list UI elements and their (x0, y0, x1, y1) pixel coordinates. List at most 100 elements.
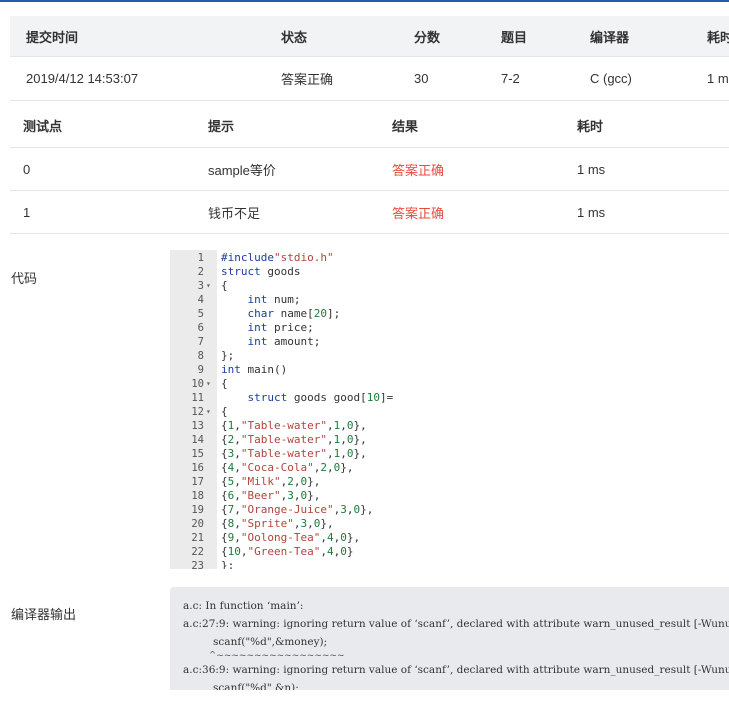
line-number: 18 (191, 490, 204, 502)
code-text: {8,"Sprite",3,0}, (221, 517, 334, 530)
case-time-value: 1 ms (577, 161, 606, 177)
code-text: int main() (221, 363, 288, 376)
compiler-output-label: 编译器输出 (11, 607, 77, 622)
code-text: {3,"Table-water",1,0}, (221, 447, 367, 460)
top-accent-bar (0, 0, 729, 2)
code-text: { (221, 279, 228, 292)
score-value: 30 (414, 71, 429, 86)
line-number: 3 (197, 280, 204, 292)
code-line: 21 {9,"Oolong-Tea",4,0}, (170, 531, 729, 545)
output-line: a.c: In function ‘main’: (183, 600, 304, 612)
status-value: 答案正确 (281, 72, 334, 87)
fold-arrow-icon[interactable]: ▾ (206, 377, 216, 391)
code-line: 10 ▾ { (170, 377, 729, 391)
code-text: {10,"Green-Tea",4,0} (221, 545, 354, 558)
code-line: 3 ▾ { (170, 279, 729, 293)
code-text: {5,"Milk",2,0}, (221, 475, 321, 488)
submission-table: 提交时间 状态 分数 题目 编译器 耗时 2019/4/12 14:53:07 … (10, 16, 729, 101)
code-line: 13 {1,"Table-water",1,0}, (170, 419, 729, 433)
code-line: 6 int price; (170, 321, 729, 335)
line-number: 5 (197, 308, 204, 320)
line-number: 15 (191, 448, 204, 460)
problem-link[interactable]: 7-2 (501, 57, 520, 100)
line-number: 19 (191, 504, 204, 516)
test-point-value: 0 (23, 161, 31, 177)
header-status: 状态 (281, 29, 308, 45)
code-lines: 1 #include"stdio.h" 2 struct goods 3 ▾{4 int … (170, 251, 729, 569)
code-line: 9 int main() (170, 363, 729, 377)
code-text: }; (221, 559, 235, 569)
code-line: 8}; (170, 349, 729, 363)
header-case-time: 耗时 (577, 118, 604, 134)
code-text: { (221, 405, 228, 418)
code-text: {1,"Table-water",1,0}, (221, 419, 367, 432)
output-line: scanf("%d",&n); (183, 682, 299, 690)
code-line: 17 {5,"Milk",2,0}, (170, 475, 729, 489)
code-text: #include"stdio.h" (221, 251, 334, 264)
header-score: 分数 (414, 29, 441, 45)
fold-arrow-icon[interactable]: ▾ (206, 279, 216, 293)
header-test-point: 测试点 (23, 118, 63, 134)
code-line: 22 {10,"Green-Tea",4,0} (170, 545, 729, 559)
code-text: {2,"Table-water",1,0}, (221, 433, 367, 446)
fold-arrow-icon[interactable]: ▾ (206, 405, 216, 419)
table-row: 1 钱币不足 答案正确 1 ms (10, 191, 729, 234)
code-text: {9,"Oolong-Tea",4,0}, (221, 531, 361, 544)
result-value: 答案正确 (392, 205, 445, 221)
code-text: {4,"Coca-Cola",2,0}, (221, 461, 354, 474)
code-line: 5 char name[20]; (170, 307, 729, 321)
code-text: struct goods (221, 265, 301, 278)
code-line: 15 {3,"Table-water",1,0}, (170, 447, 729, 461)
submit-time-value: 2019/4/12 14:53:07 (26, 71, 139, 86)
header-submit-time: 提交时间 (26, 29, 79, 45)
line-number: 16 (191, 462, 204, 474)
line-number: 9 (197, 364, 204, 376)
line-number: 1 (197, 252, 204, 264)
table-row: 0 sample等价 答案正确 1 ms (10, 148, 729, 191)
code-text: int num; (247, 293, 301, 306)
result-value: 答案正确 (392, 162, 445, 178)
line-number: 6 (197, 322, 204, 334)
compiler-value: C (gcc) (590, 71, 632, 86)
line-number: 14 (191, 434, 204, 446)
code-viewer[interactable]: 1 #include"stdio.h" 2 struct goods 3 ▾{4 int … (170, 250, 729, 569)
code-line: 1 #include"stdio.h" (170, 251, 729, 265)
code-line: 18 {6,"Beer",3,0}, (170, 489, 729, 503)
code-text: }; (221, 349, 235, 362)
code-line: 16 {4,"Coca-Cola",2,0}, (170, 461, 729, 475)
output-line: scanf("%d",&money); (183, 636, 328, 648)
code-text: {7,"Orange-Juice",3,0}, (221, 503, 374, 516)
code-text: { (221, 377, 228, 390)
line-number: 17 (191, 476, 204, 488)
line-number: 21 (191, 532, 204, 544)
code-text: int amount; (247, 335, 321, 348)
line-number: 8 (197, 350, 204, 362)
case-time-value: 1 ms (577, 204, 606, 220)
compiler-output[interactable]: a.c: In function ‘main’: a.c:27:9: warnin… (170, 587, 729, 690)
line-number: 13 (191, 420, 204, 432)
line-number: 10 (191, 378, 204, 390)
header-hint: 提示 (208, 118, 235, 134)
code-text: char name[20]; (247, 307, 341, 320)
code-line: 2 struct goods (170, 265, 729, 279)
code-text: int price; (247, 321, 314, 334)
submission-row: 2019/4/12 14:53:07 答案正确 30 7-2 C (gcc) 1… (10, 57, 729, 101)
code-line: 14 {2,"Table-water",1,0}, (170, 433, 729, 447)
elapsed-value: 1 ms (707, 71, 729, 86)
test-point-value: 1 (23, 204, 31, 220)
header-compiler: 编译器 (590, 29, 630, 45)
line-number: 7 (197, 336, 204, 348)
code-text: {6,"Beer",3,0}, (221, 489, 321, 502)
code-line: 4 int num; (170, 293, 729, 307)
code-label: 代码 (11, 271, 38, 286)
line-number: 20 (191, 518, 204, 530)
hint-value: sample等价 (208, 162, 276, 178)
output-line: a.c:36:9: warning: ignoring return value… (183, 664, 729, 676)
code-text: struct goods good[10]= (247, 391, 394, 404)
line-number: 12 (191, 406, 204, 418)
header-elapsed: 耗时 (707, 29, 729, 45)
code-line: 12 ▾ { (170, 405, 729, 419)
line-number: 4 (197, 294, 204, 306)
line-number: 2 (197, 266, 204, 278)
line-number: 23 (191, 560, 204, 569)
